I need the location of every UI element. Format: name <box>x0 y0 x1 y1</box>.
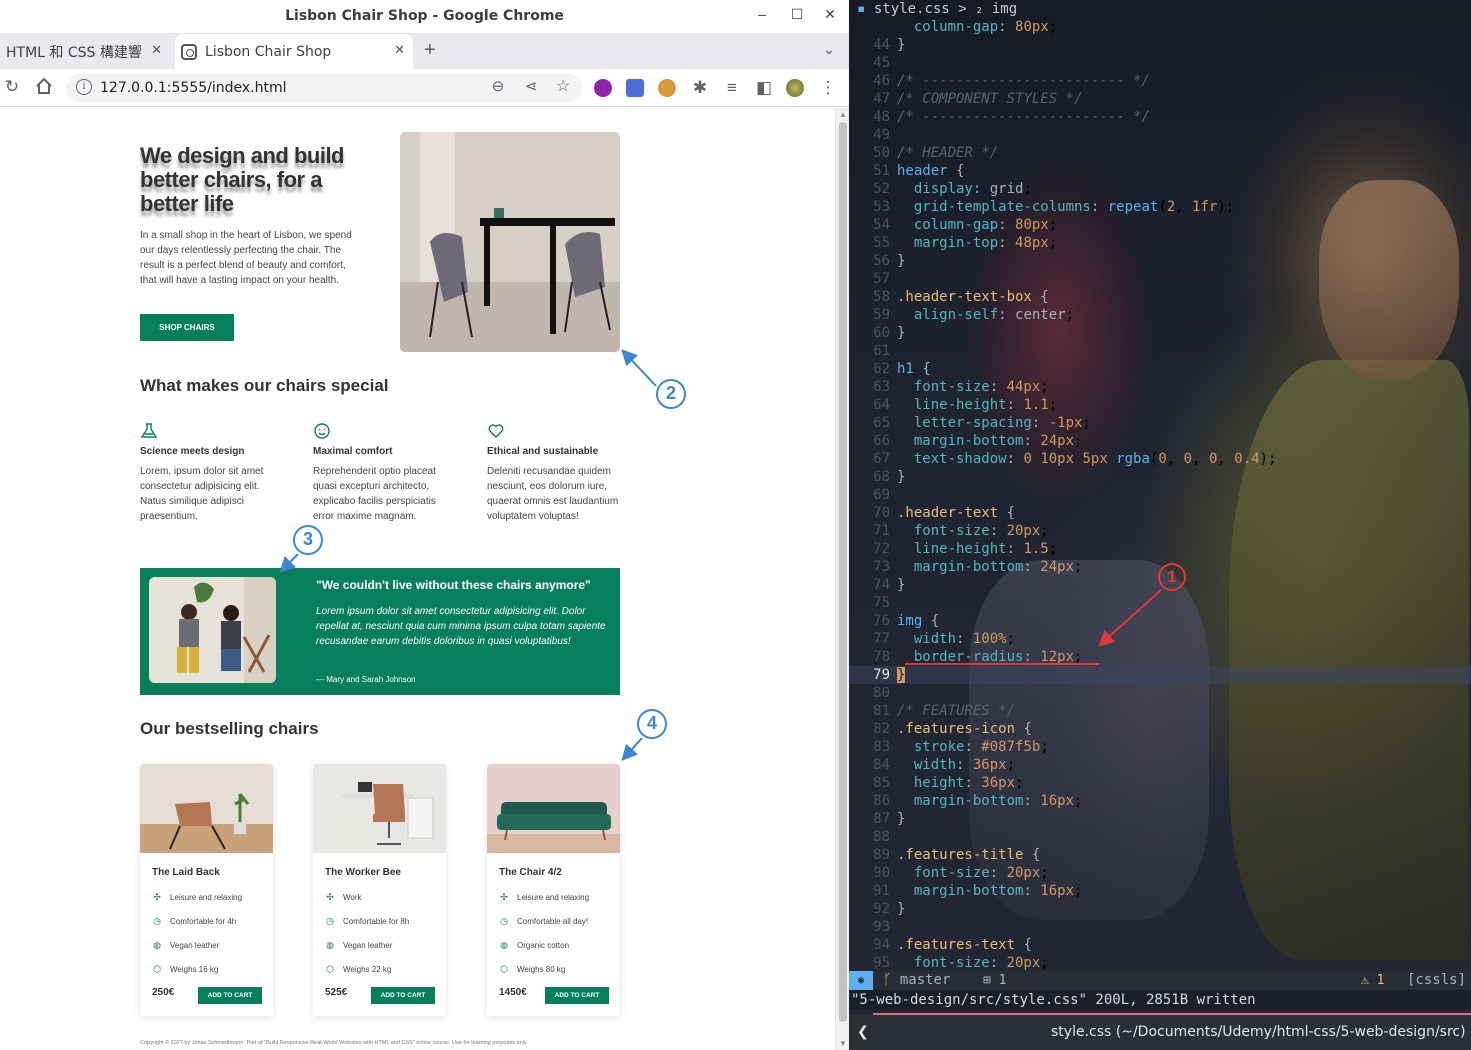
title-bar: Lisbon Chair Shop - Google Chrome – ☐ ✕ <box>0 0 849 34</box>
tab-close-icon[interactable]: ✕ <box>151 43 162 58</box>
menu-kebab-icon[interactable]: ⋮ <box>818 78 838 98</box>
minimize-button[interactable]: – <box>752 6 772 22</box>
mode-indicator: ◉ <box>849 971 873 990</box>
annotation-badge-3: 3 <box>293 525 323 555</box>
maximize-button[interactable]: ☐ <box>787 6 807 23</box>
browser-window: Lisbon Chair Shop - Google Chrome – ☐ ✕ … <box>0 0 849 1050</box>
scroll-thumb[interactable] <box>839 122 847 1022</box>
annotation-badge-1: 1 <box>1158 563 1186 591</box>
command-message: "5-web-design/src/style.css" 200L, 2851B… <box>849 990 1471 1010</box>
page-scrollbar[interactable]: ▲ ▼ <box>835 108 849 1050</box>
side-panel-icon[interactable]: ◧ <box>754 78 774 98</box>
scroll-down-icon[interactable]: ▼ <box>839 1039 847 1048</box>
lsp-status: [cssls] <box>1407 972 1467 988</box>
bookmark-star-icon[interactable]: ☆ <box>553 77 573 97</box>
editor-window-title: style.css (~/Documents/Udemy/html-css/5-… <box>1051 1024 1471 1040</box>
buffer-count: ⊞ 1 <box>983 973 1007 988</box>
scroll-up-icon[interactable]: ▲ <box>839 110 847 119</box>
tab-close-icon[interactable]: ✕ <box>394 43 405 58</box>
media-playlist-icon[interactable]: ≡ <box>722 78 742 98</box>
warning-count: ⚠ 1 <box>1361 973 1385 988</box>
tab-label: HTML 和 CSS 構建響 <box>6 44 142 61</box>
cookie-extension-icon[interactable] <box>658 79 676 97</box>
tab-strip: HTML 和 CSS 構建響 ✕ Lisbon Chair Shop ✕ + ⌄ <box>0 34 849 69</box>
address-bar[interactable]: i 127.0.0.1:5555/index.html ⊖ ⋖ ☆ <box>66 74 582 102</box>
reload-icon[interactable]: ↻ <box>2 77 22 97</box>
url-text[interactable]: 127.0.0.1:5555/index.html <box>100 80 287 96</box>
page-viewport: We design and build better chairs, for a… <box>0 108 835 1050</box>
site-info-icon[interactable]: i <box>76 79 92 95</box>
tab-search-icon[interactable]: ⌄ <box>823 41 835 58</box>
tab-lisbon-chair-shop[interactable]: Lisbon Chair Shop ✕ <box>175 34 413 69</box>
close-window-button[interactable]: ✕ <box>820 6 840 23</box>
browser-toolbar: ↻ i 127.0.0.1:5555/index.html ⊖ ⋖ ☆ ✱ ≡ … <box>0 69 849 107</box>
zoom-icon[interactable]: ⊖ <box>488 77 508 97</box>
puzzle-extensions-icon[interactable]: ✱ <box>690 78 710 98</box>
annotation-arrows <box>279 349 657 761</box>
tab-label: Lisbon Chair Shop <box>205 43 332 60</box>
branch-icon: ᚴ <box>883 972 892 988</box>
editor-title-bar: ❮ style.css (~/Documents/Udemy/html-css/… <box>849 1015 1471 1050</box>
translate-extension-icon[interactable] <box>626 79 644 97</box>
neovim-editor: ▪ style.css > ₂ img column-gap: 80px; 44}… <box>849 0 1471 1050</box>
new-tab-button[interactable]: + <box>424 39 436 62</box>
status-line: ◉ ᚴ master ⊞ 1 ⚠ 1 [cssls] <box>849 971 1471 990</box>
chevron-left-icon[interactable]: ❮ <box>857 1015 869 1050</box>
annotation-badge-2: 2 <box>656 379 686 409</box>
extension-icon[interactable] <box>594 79 612 97</box>
site-favicon-icon <box>181 43 197 60</box>
share-icon[interactable]: ⋖ <box>521 77 541 97</box>
git-branch: ᚴ master <box>883 972 951 988</box>
profile-avatar[interactable] <box>786 79 804 97</box>
annotation-arrow-1 <box>905 589 1162 665</box>
annotation-badge-4: 4 <box>637 709 667 739</box>
tab-html-css[interactable]: HTML 和 CSS 構建響 ✕ <box>0 34 170 69</box>
window-title: Lisbon Chair Shop - Google Chrome <box>285 8 564 24</box>
home-icon[interactable] <box>34 77 54 100</box>
